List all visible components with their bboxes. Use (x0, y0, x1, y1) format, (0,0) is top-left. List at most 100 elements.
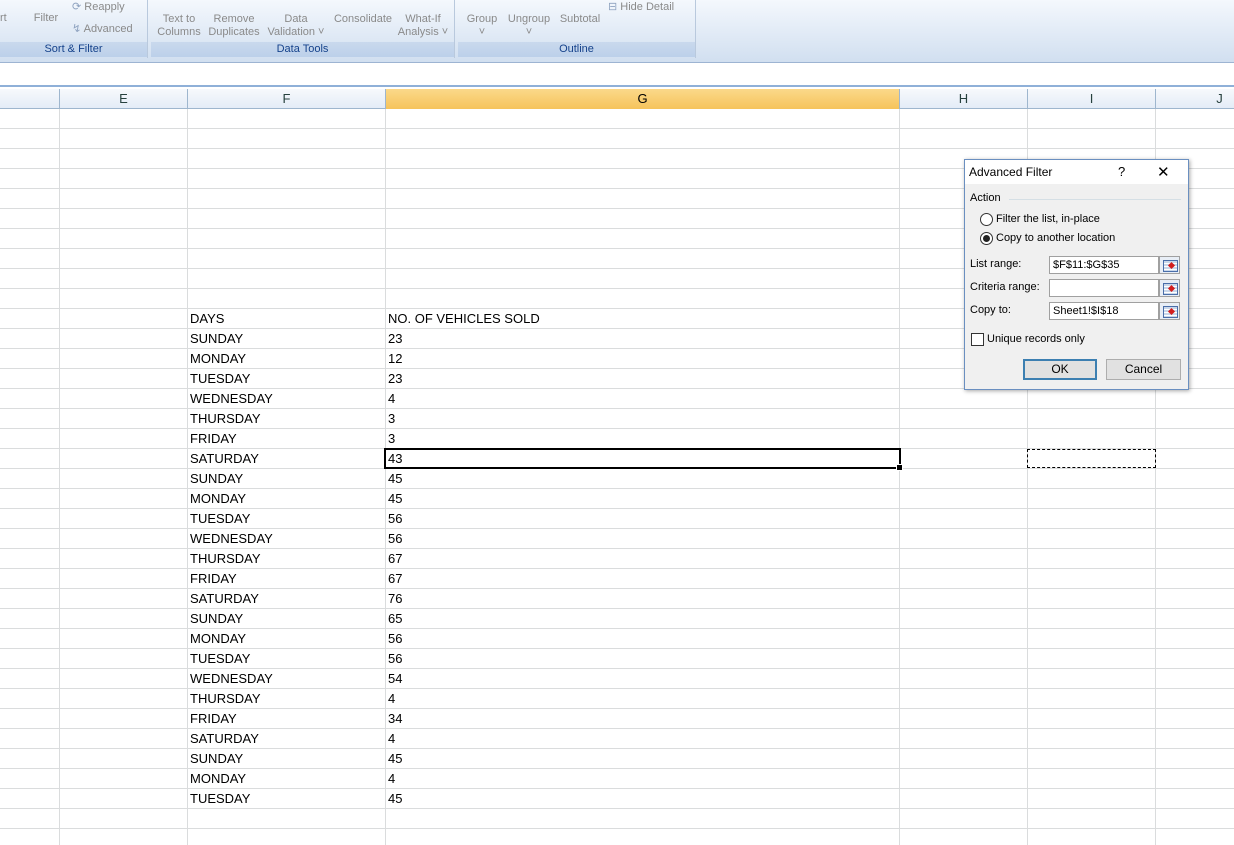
vehicles-cell[interactable]: 65 (385, 609, 402, 629)
day-cell[interactable]: WEDNESDAY (187, 529, 273, 549)
vehicles-cell[interactable]: 56 (385, 649, 402, 669)
copy-to-location-label[interactable]: Copy to another location (996, 232, 1115, 244)
vehicles-cell[interactable]: 45 (385, 489, 402, 509)
sort-filter-group-label: Sort & Filter (0, 42, 147, 57)
vehicles-cell[interactable]: 34 (385, 709, 402, 729)
data-validation-button[interactable]: Data Validation ˅ (264, 13, 328, 39)
column-header-i[interactable]: I (1028, 89, 1156, 109)
day-cell[interactable]: TUESDAY (187, 369, 250, 389)
vehicles-cell[interactable]: 12 (385, 349, 402, 369)
column-header-e[interactable]: E (60, 89, 188, 109)
gridline (59, 109, 60, 845)
vehicles-cell[interactable]: 3 (385, 409, 395, 429)
close-icon[interactable]: ✕ (1157, 163, 1170, 181)
day-cell[interactable]: SUNDAY (187, 469, 243, 489)
day-cell[interactable]: SUNDAY (187, 329, 243, 349)
day-cell[interactable]: FRIDAY (187, 569, 237, 589)
copy-to-picker-icon[interactable] (1159, 302, 1180, 320)
day-cell[interactable]: WEDNESDAY (187, 669, 273, 689)
column-header-g[interactable]: G (386, 89, 900, 109)
subtotal-button[interactable]: Subtotal (556, 13, 604, 26)
outline-group-label: Outline (458, 42, 695, 57)
remove-duplicates-button[interactable]: Remove Duplicates (207, 13, 261, 39)
day-cell[interactable]: SUNDAY (187, 609, 243, 629)
filter-in-place-label[interactable]: Filter the list, in-place (996, 213, 1100, 225)
vehicles-cell[interactable]: 67 (385, 549, 402, 569)
reapply-button[interactable]: ⟳ Reapply (72, 1, 125, 14)
column-header-j[interactable]: J (1156, 89, 1234, 109)
criteria-range-picker-icon[interactable] (1159, 279, 1180, 297)
day-cell[interactable]: TUESDAY (187, 789, 250, 809)
cancel-button[interactable]: Cancel (1106, 359, 1181, 380)
group-button[interactable]: Group ˅ (464, 13, 500, 39)
data-validation-line1: Data (284, 13, 308, 25)
day-cell[interactable]: SUNDAY (187, 749, 243, 769)
day-cell[interactable]: SATURDAY (187, 449, 259, 469)
data-tools-group-label: Data Tools (151, 42, 454, 57)
day-cell[interactable]: THURSDAY (187, 409, 261, 429)
day-cell[interactable]: TUESDAY (187, 509, 250, 529)
day-cell[interactable]: TUESDAY (187, 649, 250, 669)
day-cell[interactable]: MONDAY (187, 769, 246, 789)
sort-button-partial[interactable]: rt (0, 12, 7, 25)
header-days-cell[interactable]: DAYS (187, 309, 224, 329)
vehicles-cell[interactable]: 56 (385, 629, 402, 649)
copy-to-location-radio[interactable] (980, 232, 993, 245)
vehicles-cell[interactable]: 4 (385, 729, 395, 749)
day-cell[interactable]: SATURDAY (187, 589, 259, 609)
help-icon[interactable]: ? (1118, 164, 1125, 179)
vehicles-cell[interactable]: 23 (385, 369, 402, 389)
list-range-input[interactable]: $F$11:$G$35 (1049, 256, 1159, 274)
day-cell[interactable]: MONDAY (187, 349, 246, 369)
dialog-titlebar[interactable]: Advanced Filter ? ✕ (965, 160, 1188, 184)
advanced-icon: ↯ (72, 23, 82, 35)
hide-detail-label: Hide Detail (620, 1, 675, 13)
vehicles-cell[interactable]: 76 (385, 589, 402, 609)
column-header-f[interactable]: F (188, 89, 386, 109)
vehicles-cell[interactable]: 3 (385, 429, 395, 449)
text-to-columns-button[interactable]: Text to Columns (155, 13, 203, 39)
vehicles-cell[interactable]: 4 (385, 769, 395, 789)
vehicles-cell[interactable]: 45 (385, 789, 402, 809)
unique-records-checkbox[interactable] (971, 333, 984, 346)
hide-detail-button[interactable]: ⊟ Hide Detail (608, 1, 674, 14)
filter-button[interactable]: Filter (33, 12, 59, 25)
reapply-label: Reapply (84, 1, 125, 13)
vehicles-cell[interactable]: 4 (385, 689, 395, 709)
day-cell[interactable]: FRIDAY (187, 429, 237, 449)
day-cell[interactable]: MONDAY (187, 629, 246, 649)
active-cell-selection[interactable] (384, 448, 903, 471)
day-cell[interactable]: THURSDAY (187, 689, 261, 709)
day-cell[interactable]: MONDAY (187, 489, 246, 509)
vehicles-cell[interactable]: 45 (385, 749, 402, 769)
dialog-title: Advanced Filter (969, 165, 1053, 179)
copy-to-input[interactable]: Sheet1!$I$18 (1049, 302, 1159, 320)
consolidate-button[interactable]: Consolidate (331, 13, 395, 26)
day-cell[interactable]: FRIDAY (187, 709, 237, 729)
ungroup-button[interactable]: Ungroup ˅ (505, 13, 553, 39)
filter-in-place-radio[interactable] (980, 213, 993, 226)
header-vehicles-cell[interactable]: NO. OF VEHICLES SOLD (385, 309, 540, 329)
vehicles-cell[interactable]: 54 (385, 669, 402, 689)
what-if-analysis-button[interactable]: What-If Analysis ˅ (397, 13, 449, 39)
ok-button[interactable]: OK (1023, 359, 1097, 380)
column-header-h[interactable]: H (900, 89, 1028, 109)
list-range-picker-icon[interactable] (1159, 256, 1180, 274)
vehicles-cell[interactable]: 4 (385, 389, 395, 409)
vehicles-cell[interactable]: 45 (385, 469, 402, 489)
advanced-button[interactable]: ↯ Advanced (72, 23, 133, 36)
formula-bar-area (0, 62, 1234, 87)
column-header-partial[interactable] (0, 89, 60, 109)
vehicles-cell[interactable]: 56 (385, 529, 402, 549)
criteria-range-input[interactable] (1049, 279, 1159, 297)
text-to-columns-line2: Columns (157, 26, 201, 38)
vehicles-cell[interactable]: 23 (385, 329, 402, 349)
subtotal-label: Subtotal (559, 13, 601, 25)
day-cell[interactable]: WEDNESDAY (187, 389, 273, 409)
unique-records-label[interactable]: Unique records only (987, 333, 1085, 345)
group-label: Group (466, 13, 498, 25)
day-cell[interactable]: SATURDAY (187, 729, 259, 749)
vehicles-cell[interactable]: 67 (385, 569, 402, 589)
vehicles-cell[interactable]: 56 (385, 509, 402, 529)
day-cell[interactable]: THURSDAY (187, 549, 261, 569)
